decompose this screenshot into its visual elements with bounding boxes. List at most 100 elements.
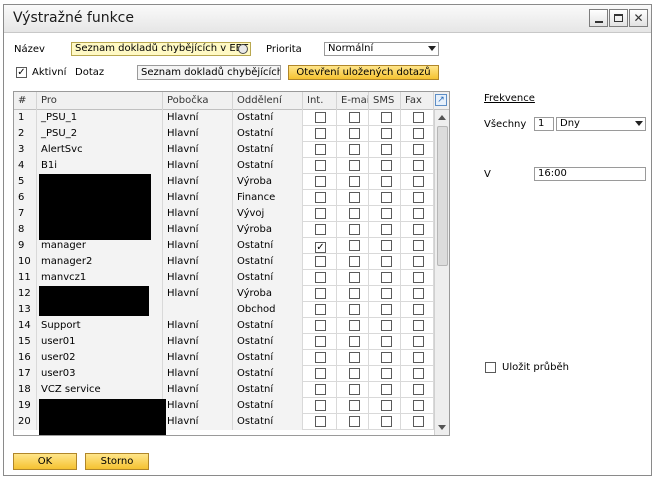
internal-checkbox[interactable] bbox=[315, 272, 326, 283]
fax-checkbox[interactable] bbox=[413, 352, 424, 363]
scroll-up-icon[interactable] bbox=[438, 115, 446, 120]
sms-checkbox[interactable] bbox=[381, 144, 392, 155]
sms-checkbox[interactable] bbox=[381, 240, 392, 251]
close-button[interactable]: ✕ bbox=[629, 9, 648, 27]
sms-checkbox[interactable] bbox=[381, 208, 392, 219]
internal-checkbox[interactable] bbox=[315, 400, 326, 411]
internal-checkbox[interactable] bbox=[315, 224, 326, 235]
sms-checkbox[interactable] bbox=[381, 112, 392, 123]
email-checkbox[interactable] bbox=[349, 128, 360, 139]
email-checkbox[interactable] bbox=[349, 304, 360, 315]
query-field[interactable]: Seznam dokladů chybějících v bbox=[137, 65, 281, 80]
table-row[interactable]: 18 VCZ service Hlavní Ostatní bbox=[14, 382, 434, 398]
header-int[interactable]: Int. bbox=[303, 92, 337, 110]
sms-checkbox[interactable] bbox=[381, 400, 392, 411]
internal-checkbox[interactable] bbox=[315, 256, 326, 267]
fax-checkbox[interactable] bbox=[413, 192, 424, 203]
fax-checkbox[interactable] bbox=[413, 272, 424, 283]
scroll-down-icon[interactable] bbox=[438, 425, 446, 430]
sms-checkbox[interactable] bbox=[381, 352, 392, 363]
header-num[interactable]: # bbox=[14, 92, 37, 110]
sms-checkbox[interactable] bbox=[381, 288, 392, 299]
sms-checkbox[interactable] bbox=[381, 368, 392, 379]
email-checkbox[interactable] bbox=[349, 368, 360, 379]
internal-checkbox[interactable] bbox=[315, 336, 326, 347]
internal-checkbox[interactable] bbox=[315, 160, 326, 171]
internal-checkbox[interactable] bbox=[315, 144, 326, 155]
fax-checkbox[interactable] bbox=[413, 224, 424, 235]
fax-checkbox[interactable] bbox=[413, 112, 424, 123]
email-checkbox[interactable] bbox=[349, 288, 360, 299]
time-input[interactable]: 16:00 bbox=[534, 167, 646, 181]
email-checkbox[interactable] bbox=[349, 144, 360, 155]
internal-checkbox[interactable] bbox=[315, 112, 326, 123]
email-checkbox[interactable] bbox=[349, 384, 360, 395]
name-field[interactable]: Seznam dokladů chybějících v EET bbox=[71, 42, 251, 56]
table-row[interactable]: 11 manvcz1 Hlavní Ostatní bbox=[14, 270, 434, 286]
fax-checkbox[interactable] bbox=[413, 240, 424, 251]
email-checkbox[interactable] bbox=[349, 272, 360, 283]
table-row[interactable]: 1 _PSU_1 Hlavní Ostatní bbox=[14, 110, 434, 126]
email-checkbox[interactable] bbox=[349, 336, 360, 347]
internal-checkbox[interactable] bbox=[315, 304, 326, 315]
grid-scrollbar[interactable] bbox=[434, 110, 449, 435]
internal-checkbox[interactable] bbox=[315, 288, 326, 299]
table-row[interactable]: 14 Support Hlavní Ostatní bbox=[14, 318, 434, 334]
header-email[interactable]: E-mai bbox=[337, 92, 369, 110]
internal-checkbox[interactable] bbox=[315, 192, 326, 203]
email-checkbox[interactable] bbox=[349, 176, 360, 187]
fax-checkbox[interactable] bbox=[413, 400, 424, 411]
header-sms[interactable]: SMS bbox=[369, 92, 401, 110]
fax-checkbox[interactable] bbox=[413, 176, 424, 187]
internal-checkbox[interactable] bbox=[315, 176, 326, 187]
email-checkbox[interactable] bbox=[349, 224, 360, 235]
cancel-button[interactable]: Storno bbox=[85, 453, 149, 470]
header-user[interactable]: Pro bbox=[37, 92, 163, 110]
save-history-checkbox[interactable] bbox=[485, 362, 496, 373]
sms-checkbox[interactable] bbox=[381, 160, 392, 171]
email-checkbox[interactable] bbox=[349, 416, 360, 427]
fax-checkbox[interactable] bbox=[413, 416, 424, 427]
internal-checkbox[interactable] bbox=[315, 416, 326, 427]
fax-checkbox[interactable] bbox=[413, 256, 424, 267]
email-checkbox[interactable] bbox=[349, 352, 360, 363]
fax-checkbox[interactable] bbox=[413, 384, 424, 395]
email-checkbox[interactable] bbox=[349, 240, 360, 251]
table-row[interactable]: 10 manager2 Hlavní Ostatní bbox=[14, 254, 434, 270]
internal-checkbox[interactable] bbox=[315, 242, 326, 253]
unit-select[interactable]: Dny bbox=[556, 117, 646, 131]
table-row[interactable]: 16 user02 Hlavní Ostatní bbox=[14, 350, 434, 366]
sms-checkbox[interactable] bbox=[381, 192, 392, 203]
header-branch[interactable]: Pobočka bbox=[163, 92, 233, 110]
email-checkbox[interactable] bbox=[349, 320, 360, 331]
email-checkbox[interactable] bbox=[349, 112, 360, 123]
sms-checkbox[interactable] bbox=[381, 272, 392, 283]
expand-icon[interactable]: ↗ bbox=[435, 94, 447, 106]
table-row[interactable]: 2 _PSU_2 Hlavní Ostatní bbox=[14, 126, 434, 142]
email-checkbox[interactable] bbox=[349, 160, 360, 171]
lookup-icon[interactable] bbox=[238, 44, 248, 54]
fax-checkbox[interactable] bbox=[413, 144, 424, 155]
every-input[interactable]: 1 bbox=[534, 117, 554, 131]
fax-checkbox[interactable] bbox=[413, 368, 424, 379]
fax-checkbox[interactable] bbox=[413, 128, 424, 139]
fax-checkbox[interactable] bbox=[413, 288, 424, 299]
sms-checkbox[interactable] bbox=[381, 256, 392, 267]
open-saved-queries-button[interactable]: Otevření uložených dotazů bbox=[288, 65, 439, 80]
email-checkbox[interactable] bbox=[349, 256, 360, 267]
fax-checkbox[interactable] bbox=[413, 304, 424, 315]
sms-checkbox[interactable] bbox=[381, 224, 392, 235]
sms-checkbox[interactable] bbox=[381, 384, 392, 395]
minimize-button[interactable] bbox=[589, 9, 608, 27]
active-checkbox[interactable] bbox=[16, 67, 27, 78]
internal-checkbox[interactable] bbox=[315, 384, 326, 395]
ok-button[interactable]: OK bbox=[13, 453, 77, 470]
table-row[interactable]: 15 user01 Hlavní Ostatní bbox=[14, 334, 434, 350]
scroll-thumb[interactable] bbox=[437, 126, 448, 266]
internal-checkbox[interactable] bbox=[315, 128, 326, 139]
priority-select[interactable]: Normální bbox=[324, 42, 439, 56]
email-checkbox[interactable] bbox=[349, 400, 360, 411]
fax-checkbox[interactable] bbox=[413, 336, 424, 347]
sms-checkbox[interactable] bbox=[381, 336, 392, 347]
header-fax[interactable]: Fax bbox=[401, 92, 434, 110]
